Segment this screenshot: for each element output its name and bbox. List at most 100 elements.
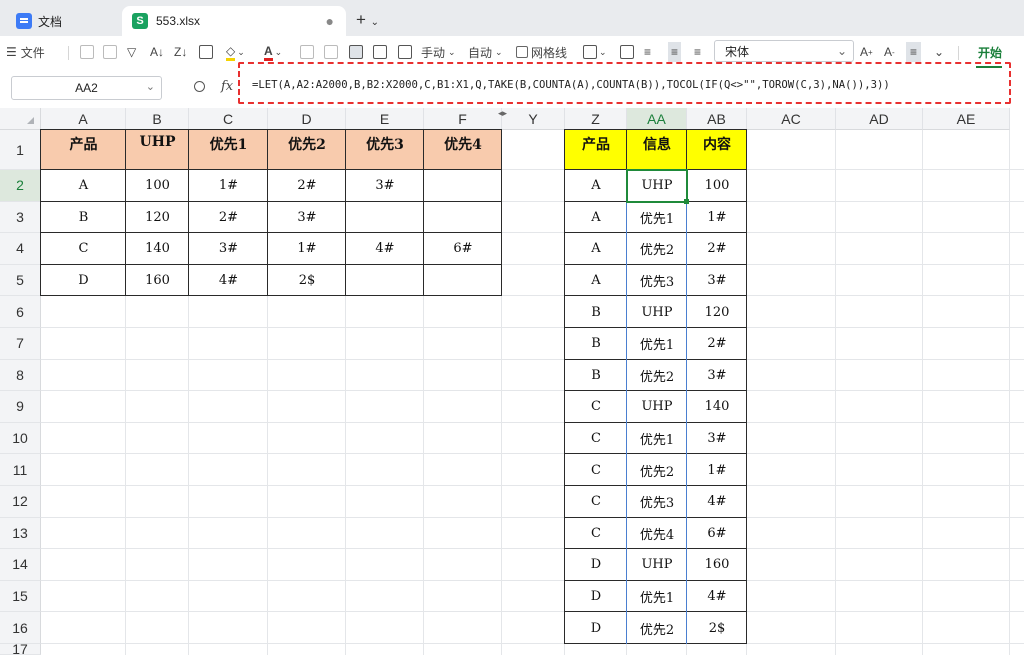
result_table-cell[interactable]: D — [565, 581, 627, 613]
column-header[interactable]: E — [346, 108, 424, 130]
column-header[interactable]: C — [189, 108, 268, 130]
source_table-header-cell[interactable]: 产品 — [41, 130, 126, 170]
result_table-cell[interactable]: D — [565, 549, 627, 581]
table-style-icon[interactable] — [620, 42, 634, 62]
row-header[interactable]: 16 — [0, 612, 41, 644]
tab-workbook[interactable]: S 553.xlsx ● — [122, 6, 346, 36]
hidden-columns-icon[interactable]: ◂▸ — [498, 108, 507, 119]
source_table-cell[interactable]: A — [41, 170, 126, 202]
fill-handle[interactable] — [684, 198, 689, 204]
indent-icon[interactable] — [398, 42, 412, 62]
source_table-cell[interactable]: 3# — [268, 202, 346, 234]
result_table-cell[interactable]: 1# — [687, 454, 747, 486]
sort-descending-icon[interactable]: Z↓ — [174, 42, 187, 62]
align-icon[interactable] — [300, 42, 314, 62]
column-header[interactable]: AD — [836, 108, 923, 130]
row-header[interactable]: 5 — [0, 264, 41, 297]
row-header[interactable]: 9 — [0, 391, 41, 423]
fx-icon[interactable]: fx — [221, 79, 233, 94]
source_table-cell[interactable]: 2# — [189, 202, 268, 234]
result_table-cell[interactable]: 3# — [687, 360, 747, 392]
result_table-cell[interactable]: 100 — [687, 170, 747, 202]
row-header[interactable]: 10 — [0, 422, 41, 455]
row-header[interactable]: 12 — [0, 486, 41, 518]
source_table-header-cell[interactable]: UHP — [126, 130, 189, 170]
more-chevron-icon[interactable]: ⌄ — [934, 42, 944, 62]
active-cell-selection[interactable] — [626, 169, 688, 203]
source_table-cell[interactable] — [424, 202, 502, 234]
source_table-cell[interactable]: 2$ — [268, 265, 346, 297]
result_table-cell[interactable]: 4# — [687, 486, 747, 518]
result_table-cell[interactable]: B — [565, 296, 627, 328]
calc-manual-button[interactable]: 手动 ⌄ — [421, 42, 456, 62]
result_table-cell[interactable]: 1# — [687, 202, 747, 234]
column-header[interactable]: AC — [747, 108, 836, 130]
sheet-grid[interactable]: A B C D E F Y Z AA AB AC AD AE 1 2 3 4 5 6 7 8 9 10 11 12 13 14 15 1… — [0, 108, 1024, 655]
formula-input[interactable]: =LET(A,A2:A2000,B,B2:X2000,C,B1:X1,Q,TAK… — [252, 79, 890, 91]
source_table-cell[interactable]: 6# — [424, 233, 502, 265]
column-header[interactable]: B — [126, 108, 189, 130]
result_table-cell[interactable]: C — [565, 486, 627, 518]
source_table-header-cell[interactable]: 优先2 — [268, 130, 346, 170]
unsaved-dot-icon[interactable]: ● — [326, 13, 334, 29]
filter-icon[interactable]: ▽ — [127, 42, 136, 62]
tab-docs[interactable]: 文档 — [6, 6, 118, 36]
result_table-cell[interactable]: C — [565, 518, 627, 550]
start-tab[interactable]: 开始 — [978, 44, 1002, 61]
source_table-cell[interactable] — [346, 265, 424, 297]
result_table-cell[interactable]: 3# — [687, 423, 747, 455]
row-header[interactable]: 2 — [0, 170, 41, 202]
column-header[interactable]: F — [424, 108, 502, 130]
freeze-icon[interactable] — [324, 42, 338, 62]
row-header[interactable]: 17 — [0, 641, 41, 655]
fill-color-icon[interactable]: ◇ ⌄ — [226, 42, 245, 62]
result_table-cell[interactable]: B — [565, 360, 627, 392]
source_table-cell[interactable]: 1# — [268, 233, 346, 265]
source_table-cell[interactable] — [346, 202, 424, 234]
borders-icon[interactable] — [199, 42, 213, 62]
source_table-cell[interactable]: 120 — [126, 202, 189, 234]
result_table-cell[interactable]: 3# — [687, 265, 747, 297]
format-painter-icon[interactable] — [80, 42, 94, 62]
source_table-cell[interactable]: 4# — [346, 233, 424, 265]
source_table-header-cell[interactable]: 优先3 — [346, 130, 424, 170]
source_table-cell[interactable]: 1# — [189, 170, 268, 202]
zoom-icon[interactable] — [194, 81, 205, 92]
column-header[interactable]: Z — [565, 108, 627, 130]
gridlines-toggle[interactable]: 网格线 — [516, 42, 567, 62]
source_table-cell[interactable]: 140 — [126, 233, 189, 265]
source_table-cell[interactable]: 100 — [126, 170, 189, 202]
clear-icon[interactable] — [103, 42, 117, 62]
result_table-cell[interactable]: A — [565, 170, 627, 202]
select-all-corner[interactable] — [0, 108, 41, 130]
result_table-cell[interactable]: B — [565, 328, 627, 360]
row-header[interactable]: 15 — [0, 580, 41, 613]
source_table-cell[interactable]: 2# — [268, 170, 346, 202]
column-header[interactable]: D — [268, 108, 346, 130]
result_table-cell[interactable]: C — [565, 391, 627, 423]
row-header[interactable]: 13 — [0, 517, 41, 550]
column-header[interactable]: AB — [687, 108, 747, 130]
result_table-cell[interactable]: A — [565, 265, 627, 297]
source_table-cell[interactable]: D — [41, 265, 126, 297]
result_table-cell[interactable]: 2$ — [687, 612, 747, 644]
result_table-cell[interactable]: 4# — [687, 581, 747, 613]
source_table-cell[interactable]: C — [41, 233, 126, 265]
source_table-cell[interactable] — [424, 170, 502, 202]
vertical-align-icon[interactable]: ≡ — [906, 42, 922, 62]
column-header[interactable]: Y — [502, 108, 565, 130]
cell-style-icon[interactable]: ⌄ — [583, 42, 607, 62]
source_table-cell[interactable]: 3# — [346, 170, 424, 202]
font-color-icon[interactable]: A ⌄ — [264, 42, 282, 62]
row-header[interactable]: 11 — [0, 454, 41, 486]
result_table-cell[interactable]: 2# — [687, 233, 747, 265]
result_table-cell[interactable]: A — [565, 233, 627, 265]
source_table-cell[interactable]: 3# — [189, 233, 268, 265]
align-left-icon[interactable]: ≡ — [644, 42, 651, 62]
merge-icon[interactable] — [373, 42, 387, 62]
new-tab-icon[interactable]: + ⌄ — [356, 10, 379, 30]
wrap-text-icon[interactable] — [349, 42, 363, 62]
column-header[interactable]: AA — [627, 108, 687, 130]
source_table-header-cell[interactable]: 优先1 — [189, 130, 268, 170]
result_table-cell[interactable]: 160 — [687, 549, 747, 581]
